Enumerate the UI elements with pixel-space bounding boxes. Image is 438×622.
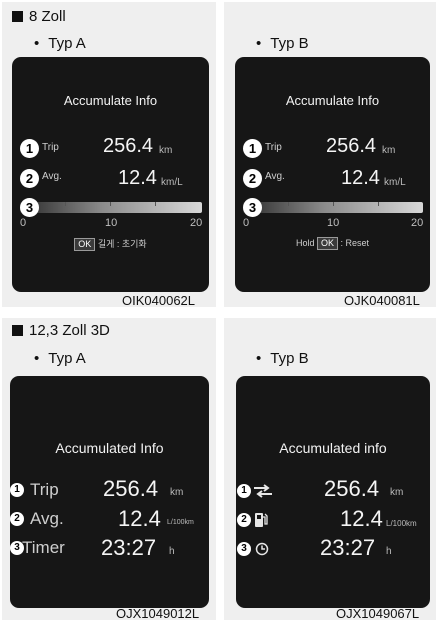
trip-unit: km — [390, 487, 404, 498]
timer-unit: h — [386, 546, 392, 557]
scale-max: 20 — [190, 217, 203, 229]
bar-tick — [378, 202, 379, 206]
cluster-screen: Accumulate Info 1 Trip 256.4 km 2 Avg. 1… — [235, 57, 430, 292]
cluster-screen: Accumulate Info 1 Trip 256.4 km 2 Avg. 1… — [12, 57, 209, 292]
square-bullet-icon — [12, 11, 23, 22]
bullet-dot: • — [34, 350, 40, 367]
figure-code: OIK040062L — [122, 293, 196, 308]
figure-code: OJX1049012L — [116, 606, 200, 621]
avg-label: Avg. — [42, 171, 62, 182]
avg-label: Avg. — [30, 509, 64, 528]
scale-mid: 10 — [105, 217, 118, 229]
scale-min: 0 — [243, 217, 250, 229]
timer-label: Timer — [22, 538, 65, 557]
trip-label: Trip — [30, 480, 59, 499]
ok-hint: OK 길게 : 초기화 — [12, 237, 209, 251]
callout-number-3: 3 — [243, 198, 262, 217]
clock-icon — [255, 542, 269, 561]
screen-title: Accumulate Info — [63, 93, 158, 108]
bar-tick — [288, 202, 289, 206]
trip-value: 256.4 — [326, 135, 377, 157]
callout-number-2: 2 — [10, 512, 24, 526]
section-heading-text: 12,3 Zoll 3D — [29, 322, 110, 339]
timer-value: 23:27 — [101, 535, 157, 560]
section-heading-8-zoll: 8 Zoll — [12, 8, 66, 25]
avg-value: 12.4 — [118, 506, 161, 531]
trip-label: Trip — [42, 142, 59, 153]
callout-number-2: 2 — [237, 513, 251, 527]
panel-12zoll-typ-b: • Typ B Accumulated info 1 256.4 km 2 12.… — [224, 318, 436, 621]
callout-number-1: 1 — [20, 139, 39, 158]
bullet-label: Typ A — [48, 35, 86, 52]
bar-tick — [155, 202, 156, 206]
trip-unit: km — [159, 145, 173, 156]
section-heading-12-zoll: 12,3 Zoll 3D — [12, 322, 110, 339]
fuel-economy-bar — [243, 202, 423, 213]
timer-unit: h — [169, 546, 175, 557]
ok-hint: Hold OK : Reset — [235, 237, 430, 250]
ok-button-icon: OK — [316, 237, 338, 250]
trip-value: 256.4 — [103, 135, 154, 157]
panel-12zoll-typ-a: 12,3 Zoll 3D • Typ A Accumulated Info 1 T… — [2, 318, 216, 621]
ok-hint-text: : Reset — [340, 238, 370, 248]
bullet-dot: • — [256, 35, 262, 52]
cluster-screen: Accumulated Info 1 Trip 256.4 km 2 Avg. … — [10, 376, 209, 608]
avg-unit: km/L — [384, 177, 406, 188]
bullet-typ-a: • Typ A — [34, 35, 86, 52]
avg-value: 12.4 — [340, 506, 383, 531]
callout-number-1: 1 — [10, 483, 24, 497]
screen-title: Accumulate Info — [285, 93, 380, 108]
fuel-economy-bar — [20, 202, 202, 213]
timer-value: 23:27 — [320, 535, 376, 560]
bullet-dot: • — [34, 35, 40, 52]
bullet-label: Typ A — [48, 350, 86, 367]
screen-title: Accumulated Info — [55, 440, 164, 456]
figure-code: OJX1049067L — [336, 606, 420, 621]
callout-number-3: 3 — [237, 542, 251, 556]
bullet-label: Typ B — [270, 35, 309, 52]
ok-hint-prefix: Hold — [295, 238, 315, 248]
avg-unit: L/100km — [167, 519, 194, 526]
screen-title: Accumulated info — [279, 440, 387, 456]
figure-code: OJK040081L — [344, 293, 420, 308]
avg-label: Avg. — [265, 171, 285, 182]
bullet-typ-b: • Typ B — [256, 350, 309, 367]
bullet-dot: • — [256, 350, 262, 367]
bullet-typ-a: • Typ A — [34, 350, 86, 367]
scale-mid: 10 — [327, 217, 340, 229]
section-heading-text: 8 Zoll — [29, 8, 66, 25]
trip-value: 256.4 — [103, 476, 159, 501]
avg-value: 12.4 — [341, 167, 380, 189]
callout-number-3: 3 — [20, 198, 39, 217]
avg-unit: L/100km — [386, 519, 417, 528]
panel-8zoll-typ-b: • Typ B Accumulate Info 1 Trip 256.4 km 2… — [224, 2, 436, 308]
callout-number-2: 2 — [20, 169, 39, 188]
bullet-label: Typ B — [270, 350, 309, 367]
trip-arrows-icon — [253, 484, 273, 503]
avg-unit: km/L — [161, 177, 183, 188]
bar-tick — [333, 202, 334, 206]
ok-hint-text: 길게 : 초기화 — [97, 239, 147, 249]
bar-tick — [65, 202, 66, 206]
bar-tick — [110, 202, 111, 206]
bullet-typ-b: • Typ B — [256, 35, 309, 52]
trip-label: Trip — [265, 142, 282, 153]
callout-number-2: 2 — [243, 169, 262, 188]
trip-unit: km — [382, 145, 396, 156]
panel-8zoll-typ-a: 8 Zoll • Typ A Accumulate Info 1 Trip 256… — [2, 2, 216, 308]
square-bullet-icon — [12, 325, 23, 336]
cluster-screen: Accumulated info 1 256.4 km 2 12.4 L/100… — [236, 376, 430, 608]
callout-number-1: 1 — [243, 139, 262, 158]
trip-unit: km — [170, 487, 184, 498]
scale-min: 0 — [20, 217, 27, 229]
scale-max: 20 — [411, 217, 424, 229]
avg-value: 12.4 — [118, 167, 157, 189]
callout-number-1: 1 — [237, 484, 251, 498]
ok-button-icon: OK — [74, 238, 96, 251]
trip-value: 256.4 — [324, 476, 380, 501]
fuel-pump-icon — [254, 512, 268, 533]
